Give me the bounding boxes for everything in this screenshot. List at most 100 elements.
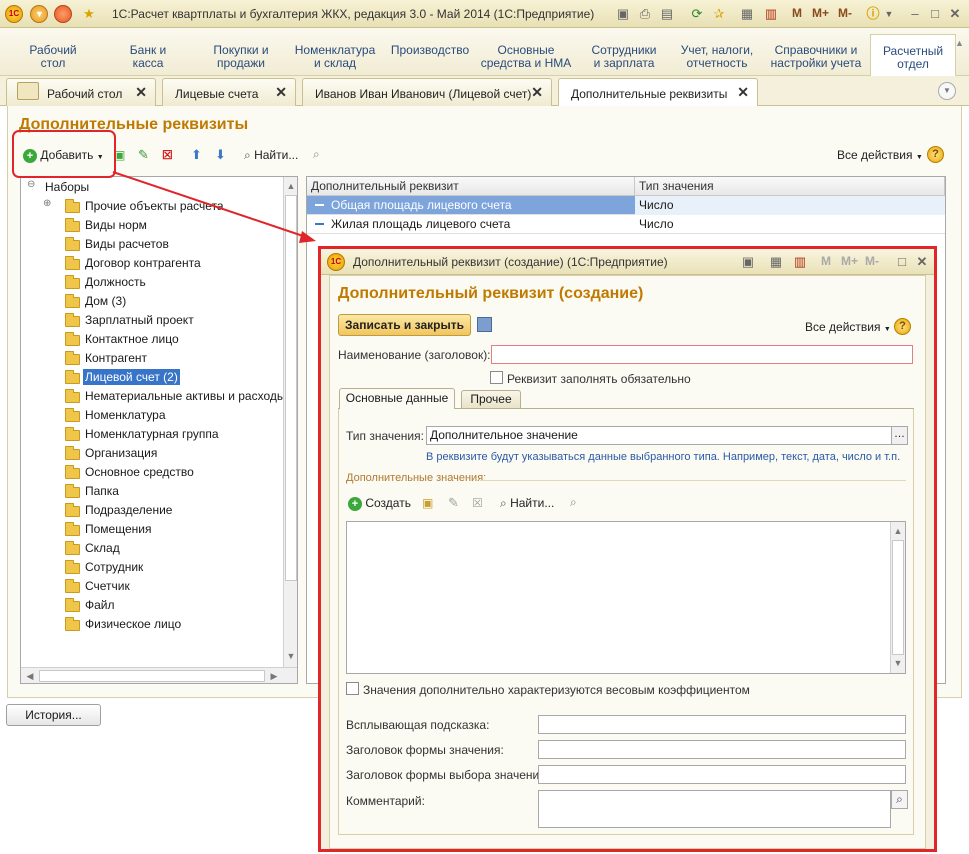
close-icon[interactable]: ✕ — [531, 84, 543, 101]
scroll-up-icon[interactable]: ▲ — [891, 524, 905, 538]
cancel-search-button[interactable]: ⌕ — [570, 495, 577, 510]
close-icon[interactable]: ✕ — [275, 84, 287, 101]
m-minus-button[interactable]: M- — [838, 6, 852, 20]
comment-field[interactable] — [538, 790, 891, 828]
section-employees[interactable]: Сотрудники и зарплата — [586, 44, 662, 70]
scroll-left-icon[interactable]: ◀ — [23, 669, 37, 683]
name-field[interactable] — [491, 345, 913, 364]
help-button[interactable]: ? — [894, 318, 911, 335]
additional-values-list[interactable]: ▲ ▼ — [346, 521, 906, 674]
calendar-icon[interactable]: ▥ — [762, 5, 780, 23]
section-bank[interactable]: Банк и касса — [114, 44, 182, 70]
comment-search-icon[interactable]: ⌕ — [891, 790, 908, 809]
tabs-menu-icon[interactable]: ▼ — [938, 82, 956, 100]
scroll-thumb[interactable] — [285, 195, 297, 581]
minimize-icon[interactable]: – — [906, 5, 924, 23]
list-vertical-scrollbar[interactable]: ▲ ▼ — [890, 522, 905, 673]
print-icon[interactable]: ⎙ — [636, 5, 654, 23]
tab-personal-account[interactable]: Иванов Иван Иванович (Лицевой счет) ✕ — [302, 78, 552, 106]
history-button[interactable]: История... — [6, 704, 101, 726]
close-icon[interactable]: ✕ — [946, 5, 964, 23]
section-settings[interactable]: Справочники и настройки учета — [768, 44, 864, 70]
m-button[interactable]: M — [821, 254, 831, 268]
attribute-icon — [315, 204, 324, 206]
section-nomenclature[interactable]: Номенклатура и склад — [294, 44, 376, 70]
calendar-icon[interactable]: ▥ — [791, 253, 809, 271]
m-button[interactable]: M — [792, 6, 802, 20]
tab-desktop[interactable]: Рабочий стол ✕ — [6, 78, 156, 106]
save-icon[interactable]: ▣ — [739, 253, 757, 271]
folder-icon — [65, 617, 80, 631]
calculator-icon[interactable]: ▦ — [767, 253, 785, 271]
collapse-icon[interactable]: ⊖ — [27, 179, 35, 190]
sections-scroll[interactable]: ▲ — [955, 38, 967, 68]
help-button[interactable]: ? — [927, 146, 944, 163]
section-fixed-assets[interactable]: Основные средства и НМА — [480, 44, 572, 70]
maximize-icon[interactable]: □ — [893, 253, 911, 271]
close-icon[interactable]: ✕ — [913, 253, 931, 271]
column-header-value-type[interactable]: Тип значения — [635, 177, 945, 196]
find-button[interactable]: ⌕ Найти... — [244, 148, 298, 163]
tooltip-field[interactable] — [538, 715, 906, 734]
move-down-button[interactable]: ⬇ — [215, 147, 226, 163]
app-logo-icon[interactable]: 1С — [5, 5, 23, 23]
tab-additional-attributes[interactable]: Дополнительные реквизиты ✕ — [558, 78, 758, 107]
table-row[interactable]: Общая площадь лицевого счета Число — [307, 196, 945, 215]
cancel-search-button[interactable]: ⌕ — [313, 147, 320, 162]
scroll-down-icon[interactable]: ▼ — [891, 656, 905, 670]
tab-main-data[interactable]: Основные данные — [339, 388, 455, 409]
tree-item-label: Контактное лицо — [85, 332, 179, 346]
section-accounting-dept[interactable]: Расчетный отдел — [870, 34, 956, 76]
star-icon[interactable]: ✰ — [710, 5, 728, 23]
favorites-star-icon[interactable]: ★ — [80, 5, 98, 23]
section-taxes[interactable]: Учет, налоги, отчетность — [676, 44, 758, 70]
value-type-choose-button[interactable]: … — [891, 426, 908, 445]
maximize-icon[interactable]: □ — [926, 5, 944, 23]
section-purchases[interactable]: Покупки и продажи — [204, 44, 278, 70]
section-desktop[interactable]: Рабочий стол — [18, 44, 88, 70]
info-dropdown-icon[interactable]: ▼ — [880, 5, 898, 23]
value-form-header-field[interactable] — [538, 740, 906, 759]
expand-icon[interactable]: ⊕ — [43, 198, 51, 209]
save-icon[interactable] — [477, 317, 492, 332]
all-actions-button[interactable]: Все действия ▼ — [837, 148, 923, 162]
find-button[interactable]: ⌕ Найти... — [500, 496, 554, 511]
weight-checkbox[interactable] — [346, 682, 359, 695]
value-choice-header-field[interactable] — [538, 765, 906, 784]
table-row[interactable]: Жилая площадь лицевого счета Число — [307, 215, 945, 234]
save-icon[interactable]: ▣ — [614, 5, 632, 23]
value-type-field[interactable]: Дополнительное значение — [426, 426, 892, 445]
back-icon[interactable] — [54, 5, 72, 23]
preview-icon[interactable]: ▤ — [658, 5, 676, 23]
section-production[interactable]: Производство — [388, 44, 472, 57]
all-actions-button[interactable]: Все действия ▼ — [805, 320, 891, 334]
calculator-icon[interactable]: ▦ — [738, 5, 756, 23]
scroll-down-icon[interactable]: ▼ — [284, 649, 297, 663]
delete-button[interactable]: ☒ — [472, 496, 483, 510]
m-plus-button[interactable]: M+ — [841, 254, 858, 268]
menu-dropdown-icon[interactable]: ▼ — [30, 5, 48, 23]
column-header-attribute[interactable]: Дополнительный реквизит — [307, 177, 635, 196]
refresh-icon[interactable]: ⟳ — [688, 5, 706, 23]
scroll-thumb[interactable] — [892, 540, 904, 655]
create-button[interactable]: + Создать — [348, 496, 411, 511]
sets-tree[interactable]: ⊖ Наборы ⊕ Прочие объекты расчета Виды нор… — [20, 176, 298, 684]
edit-button[interactable]: ✎ — [138, 147, 149, 163]
tree-vertical-scrollbar[interactable]: ▲ ▼ — [283, 177, 297, 667]
tab-other[interactable]: Прочее — [461, 390, 521, 408]
close-icon[interactable]: ✕ — [135, 84, 147, 101]
required-checkbox[interactable] — [490, 371, 503, 384]
tree-horizontal-scrollbar[interactable]: ◀ ▶ — [21, 667, 297, 683]
tab-accounts[interactable]: Лицевые счета ✕ — [162, 78, 296, 106]
m-minus-button[interactable]: M- — [865, 254, 879, 268]
save-and-close-button[interactable]: Записать и закрыть — [338, 314, 471, 336]
scroll-up-icon[interactable]: ▲ — [284, 179, 297, 193]
scroll-right-icon[interactable]: ▶ — [267, 669, 281, 683]
close-icon[interactable]: ✕ — [737, 84, 749, 101]
add-folder-button[interactable]: ▣ — [422, 496, 433, 510]
move-up-button[interactable]: ⬆ — [191, 147, 202, 163]
h-scroll-thumb[interactable] — [39, 670, 265, 682]
m-plus-button[interactable]: M+ — [812, 6, 829, 20]
edit-button[interactable]: ✎ — [448, 495, 459, 511]
delete-button[interactable]: ☒ — [162, 148, 173, 162]
